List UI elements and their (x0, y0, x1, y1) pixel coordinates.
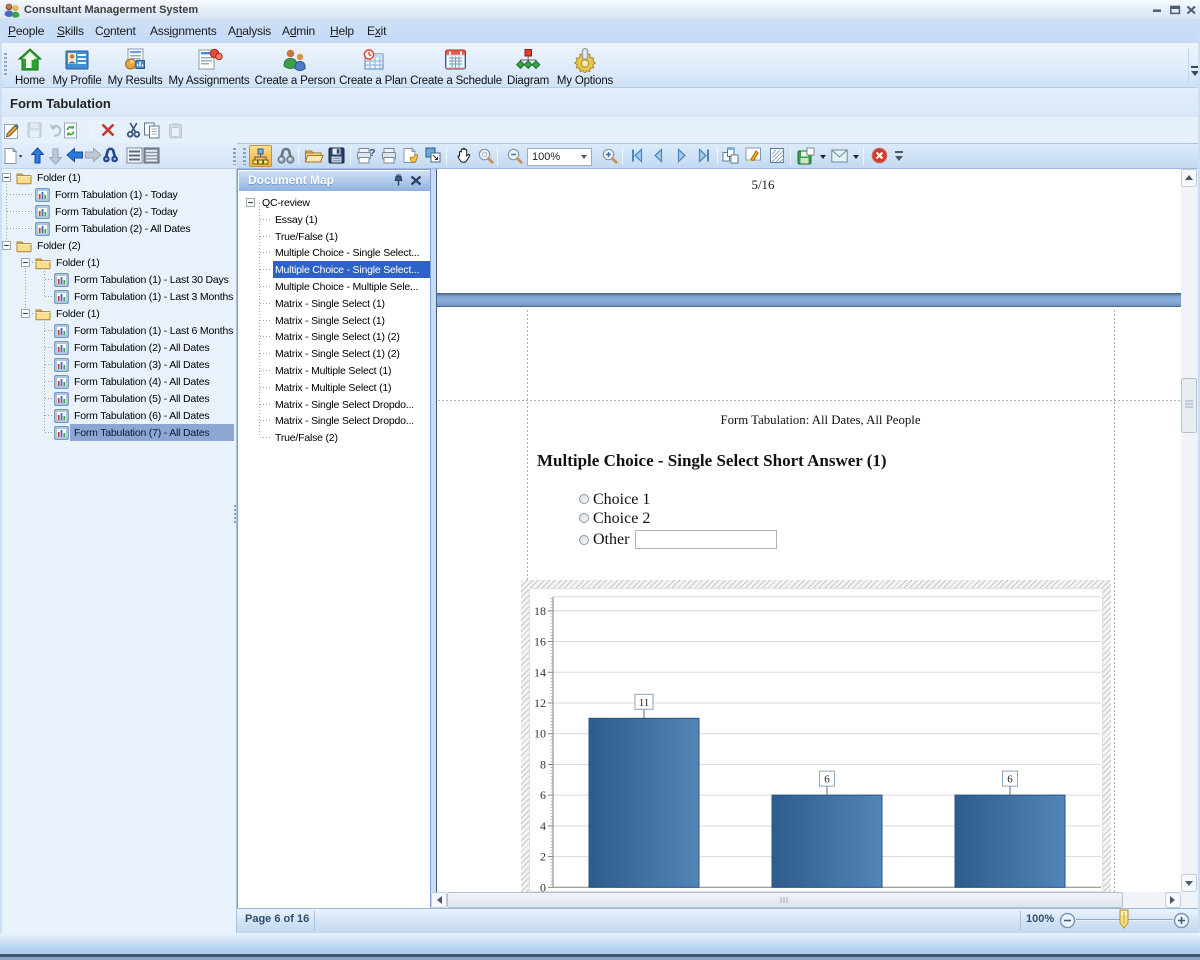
svg-text:6: 6 (540, 788, 546, 802)
svg-text:10: 10 (534, 727, 546, 741)
svg-text:2: 2 (540, 850, 546, 864)
svg-text:?: ? (369, 148, 375, 159)
svg-text:4: 4 (540, 819, 546, 833)
svg-text:6: 6 (1007, 774, 1013, 786)
svg-text:8: 8 (540, 757, 546, 771)
svg-text:11: 11 (639, 697, 650, 709)
svg-text:6: 6 (824, 774, 830, 786)
svg-text:14: 14 (534, 665, 546, 679)
svg-text:18: 18 (534, 604, 546, 618)
svg-text:16: 16 (534, 635, 546, 649)
svg-text:0: 0 (540, 880, 546, 892)
svg-text:12: 12 (534, 696, 546, 710)
